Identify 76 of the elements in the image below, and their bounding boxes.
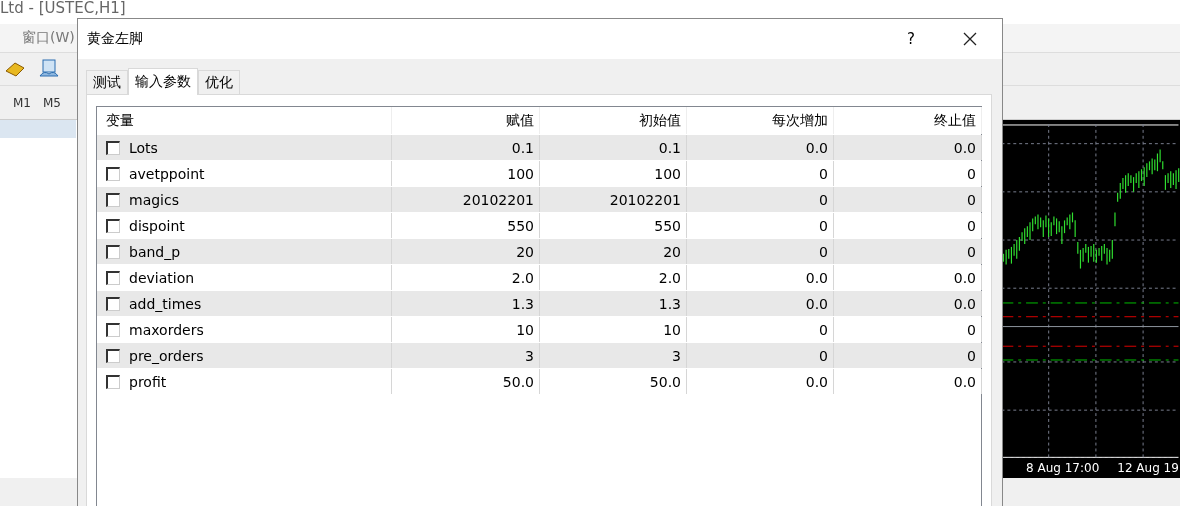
parameter-name: magics [129, 191, 179, 208]
column-header: 初始值 [540, 107, 687, 134]
table-cell: 0.0 [834, 369, 982, 394]
parameter-name: dispoint [129, 217, 185, 234]
checkbox[interactable] [106, 270, 120, 285]
checkbox[interactable] [106, 296, 120, 311]
table-cell: 20 [392, 239, 540, 264]
menu-item[interactable]: 窗口(W) [22, 29, 75, 47]
timeframe-button[interactable]: M5 [43, 95, 61, 110]
table-cell: 0.0 [687, 291, 834, 316]
table-cell: 0.1 [540, 135, 687, 160]
parameter-name: profit [129, 373, 167, 390]
table-cell: 50.0 [540, 369, 687, 394]
checkbox[interactable] [106, 348, 120, 363]
parameter-name: add_times [129, 295, 202, 312]
table-cell: 100 [540, 161, 687, 186]
tab[interactable]: 优化 [198, 70, 240, 94]
parameter-name: pre_orders [129, 347, 204, 364]
time-label: 8 Aug 17:00 [1026, 461, 1100, 476]
table-cell: 0.0 [834, 135, 982, 160]
table-cell: 550 [540, 213, 687, 238]
table-cell: 0.0 [687, 369, 834, 394]
tab[interactable]: 测试 [86, 70, 128, 94]
checkbox[interactable] [106, 218, 120, 233]
checkbox[interactable] [106, 166, 120, 181]
table-cell: 0 [687, 317, 834, 342]
help-button[interactable]: ? [907, 30, 915, 48]
table-cell: 20 [540, 239, 687, 264]
column-header: 终止值 [834, 107, 982, 134]
checkbox[interactable] [106, 322, 120, 337]
table-cell: 0 [834, 239, 982, 264]
table-cell: 0.0 [834, 291, 982, 316]
table-cell: 0.0 [687, 265, 834, 290]
parameter-name: band_p [129, 243, 181, 260]
timeframe-button[interactable]: M1 [13, 95, 31, 110]
parameter-name: avetppoint [129, 165, 205, 182]
table-cell: 100 [392, 161, 540, 186]
close-icon[interactable] [963, 32, 977, 46]
table-cell: 0 [687, 213, 834, 238]
checkbox[interactable] [106, 374, 120, 389]
table-cell: 3 [540, 343, 687, 368]
table-cell: 50.0 [392, 369, 540, 394]
table-cell: 0 [687, 161, 834, 186]
table-cell: 0.0 [687, 135, 834, 160]
table-cell: 2.0 [540, 265, 687, 290]
table-cell: 0 [834, 343, 982, 368]
table-cell: 2.0 [392, 265, 540, 290]
checkbox[interactable] [106, 192, 120, 207]
dialog-title: 黄金左脚 [87, 30, 144, 48]
table-cell: 20102201 [540, 187, 687, 212]
table-cell: 0.1 [392, 135, 540, 160]
parameter-name: maxorders [129, 321, 204, 338]
table-cell: 10 [392, 317, 540, 342]
table-cell: 0.0 [834, 265, 982, 290]
table-cell: 0 [834, 213, 982, 238]
table-cell: 3 [392, 343, 540, 368]
table-cell: 0 [834, 317, 982, 342]
column-header: 变量 [97, 107, 392, 134]
parameter-name: deviation [129, 269, 195, 286]
table-cell: 10 [540, 317, 687, 342]
table-cell: 0 [834, 161, 982, 186]
column-header: 每次增加 [687, 107, 834, 134]
table-cell: 550 [392, 213, 540, 238]
table-cell: 0 [687, 187, 834, 212]
parameter-name: Lots [129, 139, 158, 156]
table-cell: 1.3 [540, 291, 687, 316]
checkbox[interactable] [106, 244, 120, 259]
checkbox[interactable] [106, 140, 120, 155]
table-cell: 0 [687, 343, 834, 368]
table-cell: 20102201 [392, 187, 540, 212]
time-label: 12 Aug 19 [1117, 461, 1179, 476]
table-cell: 0 [834, 187, 982, 212]
table-cell: 0 [687, 239, 834, 264]
column-header: 赋值 [392, 107, 540, 134]
tab[interactable]: 输入参数 [128, 68, 198, 95]
table-cell: 1.3 [392, 291, 540, 316]
